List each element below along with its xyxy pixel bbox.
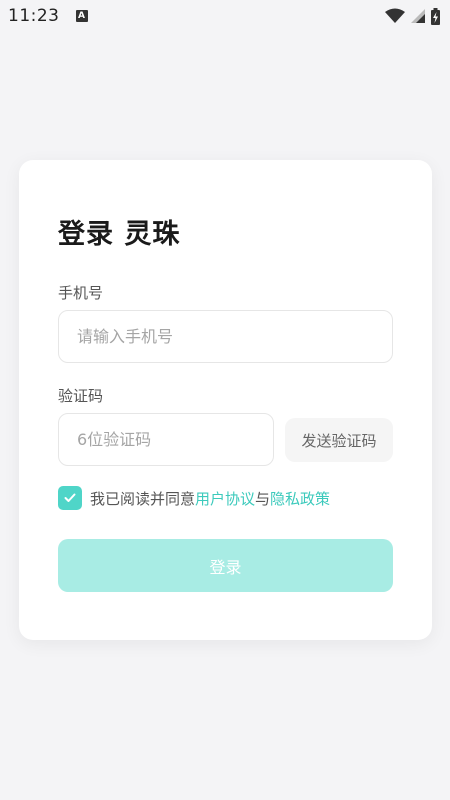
phone-input[interactable] bbox=[75, 326, 392, 347]
check-icon bbox=[64, 493, 76, 502]
page-title: 登录 灵珠 bbox=[58, 219, 181, 250]
phone-field bbox=[58, 310, 393, 363]
login-card: 登录 灵珠 手机号 验证码 发送验证码 我已阅读并同意用户协议与隐私政策 登录 bbox=[19, 160, 432, 640]
agreement-text: 我已阅读并同意用户协议与隐私政策 bbox=[90, 488, 330, 509]
agreement-connector: 与 bbox=[255, 489, 271, 508]
code-input[interactable] bbox=[75, 429, 273, 450]
wifi-icon bbox=[385, 8, 405, 23]
send-code-button[interactable]: 发送验证码 bbox=[285, 418, 393, 462]
phone-label: 手机号 bbox=[58, 284, 104, 302]
signal-icon bbox=[411, 9, 425, 23]
privacy-link[interactable]: 隐私政策 bbox=[270, 490, 330, 508]
notification-icon: A bbox=[75, 10, 88, 22]
status-bar: 11:23 A bbox=[0, 0, 450, 32]
agreement-checkbox[interactable] bbox=[58, 486, 82, 510]
agreement-row: 我已阅读并同意用户协议与隐私政策 bbox=[58, 486, 330, 510]
agreement-prefix: 我已阅读并同意 bbox=[90, 489, 196, 508]
status-left: 11:23 A bbox=[8, 6, 88, 26]
battery-charging-icon bbox=[431, 7, 440, 25]
login-button[interactable]: 登录 bbox=[58, 539, 393, 592]
terms-link[interactable]: 用户协议 bbox=[195, 490, 255, 508]
status-time: 11:23 bbox=[8, 6, 60, 26]
code-label: 验证码 bbox=[58, 387, 104, 405]
status-right bbox=[385, 7, 440, 25]
code-field bbox=[58, 413, 274, 466]
